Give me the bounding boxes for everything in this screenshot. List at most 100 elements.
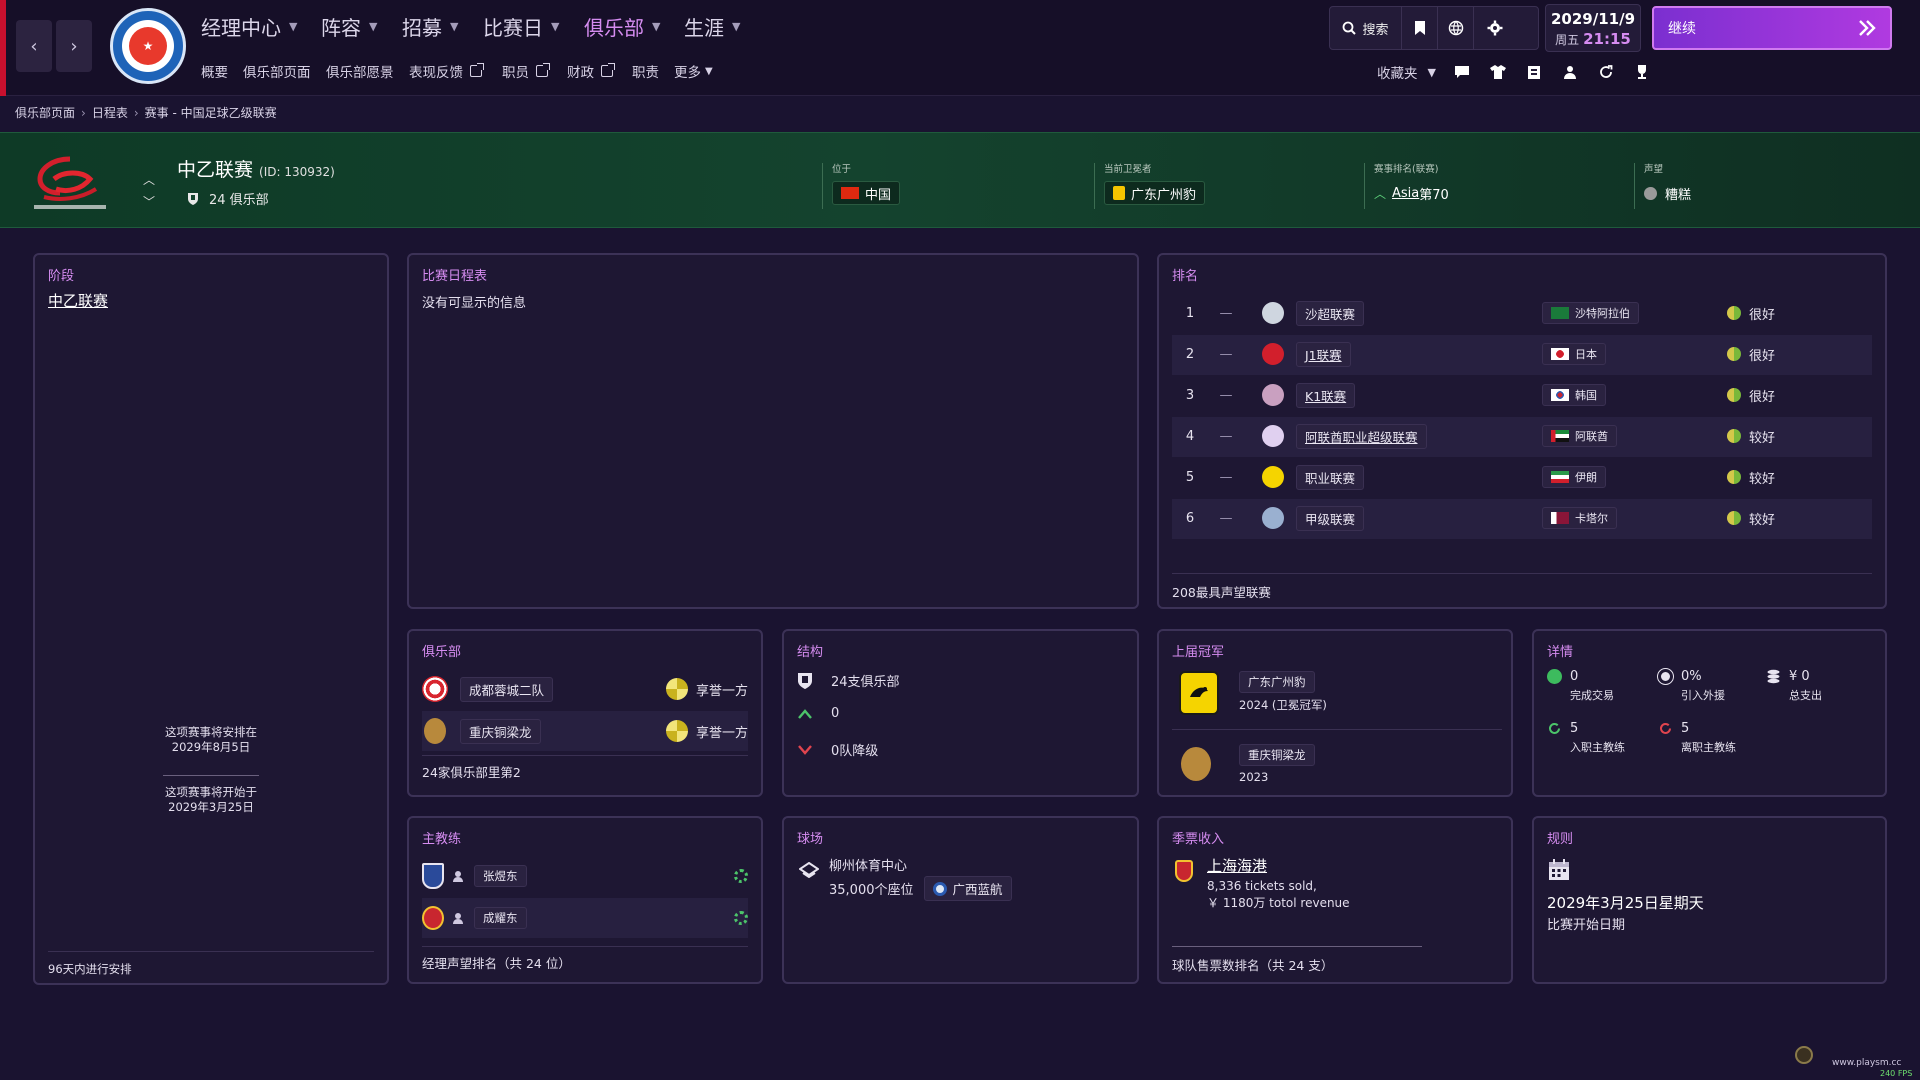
detail-value: 0%: [1681, 669, 1702, 684]
refresh-icon[interactable]: [1588, 65, 1624, 79]
chat-icon[interactable]: [1444, 65, 1480, 79]
favorites-label: 收藏夹: [1377, 66, 1418, 82]
menu-manager-center[interactable]: 经理中心 ▼: [201, 12, 297, 40]
competition-title: 中乙联赛 (ID: 130932): [177, 155, 335, 182]
menu-label: 经理中心: [201, 15, 281, 40]
trophy-icon[interactable]: [1624, 64, 1660, 80]
search-button[interactable]: 搜索: [1330, 7, 1402, 49]
stadium-name[interactable]: 柳州体育中心: [829, 855, 907, 874]
continue-button[interactable]: 继续: [1652, 6, 1892, 50]
game-time: 21:15: [1583, 30, 1631, 48]
submenu-staff[interactable]: 职员: [502, 61, 550, 81]
ranking-row[interactable]: 5 — 职业联赛 伊朗 较好: [1172, 457, 1872, 497]
menu-club[interactable]: 俱乐部 ▼: [584, 12, 660, 40]
league-nation-chip[interactable]: 阿联酋: [1542, 425, 1617, 447]
shirt-icon[interactable]: [1480, 65, 1516, 79]
forward-button[interactable]: ›: [56, 20, 92, 72]
league-name[interactable]: 阿联酋职业超级联赛: [1296, 423, 1427, 449]
submenu-feedback[interactable]: 表现反馈: [409, 61, 484, 81]
defender-value: 广东广州豹: [1131, 187, 1197, 203]
reputation-label: 声望: [1644, 164, 1664, 175]
menu-squad[interactable]: 阵容 ▼: [321, 12, 377, 40]
champion-name[interactable]: 广东广州豹: [1239, 671, 1315, 693]
league-nation-chip[interactable]: 沙特阿拉伯: [1542, 302, 1639, 324]
manager-row[interactable]: 成耀东: [422, 900, 748, 936]
club-crest-icon: [422, 863, 444, 889]
league-nation-chip[interactable]: 伊朗: [1542, 466, 1606, 488]
league-reputation: 很好: [1727, 386, 1775, 405]
scout-icon[interactable]: [1552, 65, 1588, 79]
champion-row[interactable]: 重庆铜梁龙 2023: [1239, 744, 1315, 784]
ranking-row[interactable]: 2 — J1联赛 日本 很好: [1172, 334, 1872, 374]
detail-deals: 0 完成交易: [1547, 669, 1614, 703]
location-chip[interactable]: 中国: [832, 181, 901, 205]
club-crest-icon: [422, 906, 444, 930]
breadcrumb-club-page[interactable]: 俱乐部页面: [15, 104, 75, 121]
inbox-button[interactable]: [1402, 7, 1438, 49]
menu-label: 生涯: [684, 15, 724, 40]
structure-clubs: 24支俱乐部: [797, 671, 900, 690]
world-button[interactable]: [1438, 7, 1474, 49]
competition-header: ︿ ﹀ 中乙联赛 (ID: 130932) 24 俱乐部 位于 中国 当前卫冕者 …: [0, 132, 1920, 228]
tactics-board-icon[interactable]: [1516, 64, 1552, 80]
ranking-row[interactable]: 6 — 甲级联赛 卡塔尔 较好: [1172, 498, 1872, 538]
breadcrumb-schedule[interactable]: 日程表: [92, 104, 128, 121]
league-name[interactable]: K1联赛: [1296, 382, 1356, 408]
league-name[interactable]: J1联赛: [1296, 341, 1351, 367]
ranking-region-link[interactable]: Asia: [1392, 186, 1419, 201]
manager-name[interactable]: 张煜东: [474, 865, 527, 887]
submenu-more[interactable]: 更多 ▼: [674, 61, 713, 81]
club-badge-logo[interactable]: ★: [110, 8, 186, 84]
tickets-stats: 8,336 tickets sold, ￥ 1180万 totol revenu…: [1207, 878, 1350, 912]
ranking-row[interactable]: 1 — 沙超联赛 沙特阿拉伯 很好: [1172, 293, 1872, 333]
stage-link[interactable]: 中乙联赛: [48, 290, 108, 311]
menu-career[interactable]: 生涯 ▼: [684, 12, 740, 40]
club-name[interactable]: 成都蓉城二队: [460, 676, 554, 702]
game-date-display[interactable]: 2029/11/9 周五 21:15: [1545, 4, 1641, 52]
league-name[interactable]: 职业联赛: [1296, 464, 1365, 490]
club-name[interactable]: 重庆铜梁龙: [460, 718, 541, 744]
league-nation-chip[interactable]: 卡塔尔: [1542, 507, 1617, 529]
chevron-up-icon[interactable]: ︿: [143, 169, 155, 191]
separator: [1634, 163, 1635, 209]
submenu-club-vision[interactable]: 俱乐部愿景: [326, 61, 394, 81]
defender-label: 当前卫冕者: [1104, 164, 1152, 175]
menu-recruitment[interactable]: 招募 ▼: [402, 12, 458, 40]
separator: [1172, 946, 1422, 947]
champion-name[interactable]: 重庆铜梁龙: [1239, 744, 1315, 766]
ranking-row[interactable]: 4 — 阿联酋职业超级联赛 阿联酋 较好: [1172, 416, 1872, 456]
fps-counter: 240 FPS: [1880, 1069, 1913, 1078]
manager-row[interactable]: 张煜东: [422, 858, 748, 894]
chevron-down-icon[interactable]: ﹀: [143, 191, 155, 213]
manager-name[interactable]: 成耀东: [474, 907, 527, 929]
league-name[interactable]: 沙超联赛: [1296, 300, 1365, 326]
submenu-club-page[interactable]: 俱乐部页面: [243, 61, 311, 81]
ranking-row[interactable]: 3 — K1联赛 韩国 很好: [1172, 375, 1872, 415]
back-button[interactable]: ‹: [16, 20, 52, 72]
competition-switcher[interactable]: ︿ ﹀: [143, 169, 155, 213]
submenu-overview[interactable]: 概要: [201, 61, 228, 81]
tickets-club-link[interactable]: 上海海港: [1207, 855, 1267, 876]
club-row[interactable]: 重庆铜梁龙 享誉一方: [422, 713, 748, 749]
stadium-club-chip[interactable]: 广西蓝航: [923, 876, 1012, 901]
league-name[interactable]: 甲级联赛: [1296, 505, 1365, 531]
managers-panel: 主教练 张煜东 成耀东 经理声望排名（共 24 位）: [407, 816, 763, 984]
submenu-finance[interactable]: 财政: [567, 61, 615, 81]
submenu-responsibilities[interactable]: 职责: [632, 61, 659, 81]
defender-chip[interactable]: 广东广州豹: [1104, 181, 1206, 205]
champion-row[interactable]: 广东广州豹 2024 (卫冕冠军): [1239, 671, 1327, 713]
submenu-label: 俱乐部愿景: [326, 65, 394, 81]
menu-matchday[interactable]: 比赛日 ▼: [483, 12, 559, 40]
favorites-dropdown[interactable]: 收藏夹 ▼: [1377, 62, 1436, 83]
submenu-label: 表现反馈: [409, 65, 463, 81]
league-nation-chip[interactable]: 韩国: [1542, 384, 1606, 406]
menu-label: 俱乐部: [584, 15, 644, 40]
globe-icon: [1657, 668, 1674, 685]
league-nation-chip[interactable]: 日本: [1542, 343, 1606, 365]
back-icon: ‹: [30, 35, 38, 57]
toolbar: 搜索: [1329, 6, 1539, 50]
person-icon: [453, 871, 463, 882]
settings-button[interactable]: [1474, 7, 1516, 49]
breadcrumb: 俱乐部页面 › 日程表 › 赛事 - 中国足球乙级联赛: [15, 104, 277, 121]
club-row[interactable]: 成都蓉城二队 享誉一方: [422, 671, 748, 707]
